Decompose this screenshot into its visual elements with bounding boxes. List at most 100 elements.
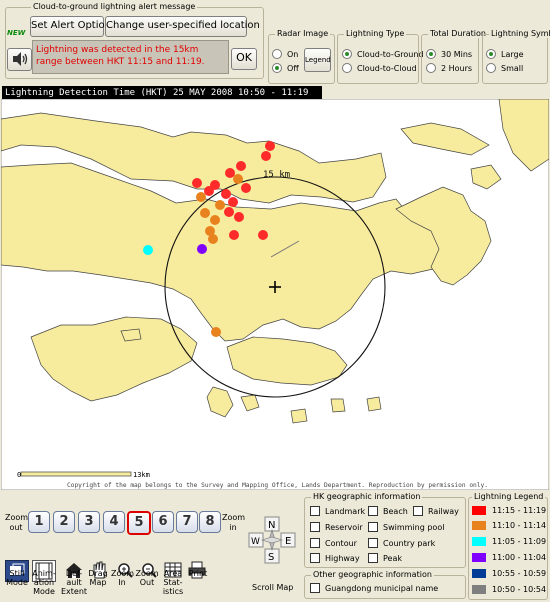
zoom-in-tool-label: Zoom In <box>111 569 135 587</box>
country-park-checkbox[interactable] <box>368 538 378 548</box>
contour-checkbox[interactable] <box>310 538 320 548</box>
sound-button[interactable] <box>7 48 32 71</box>
scroll-map-control[interactable]: N S W E <box>248 516 298 566</box>
cloud-to-ground-radio[interactable] <box>342 49 352 59</box>
radar-on-option[interactable]: On <box>272 49 298 59</box>
legend-swatch <box>472 553 486 562</box>
zoom-level-4-button[interactable]: 4 <box>103 511 125 533</box>
radar-on-radio[interactable] <box>272 49 282 59</box>
country-park-label: Country park <box>383 538 436 548</box>
reservoir-label: Reservoir <box>325 522 363 532</box>
legend-entry: 11:15 - 11:19 <box>472 506 546 515</box>
strike-point <box>210 215 220 225</box>
compass-e-label: E <box>285 536 291 547</box>
legend-entry-label: 11:10 - 11:14 <box>492 521 547 530</box>
zoom-level-6-button[interactable]: 6 <box>152 511 174 533</box>
zoom-level-2-button[interactable]: 2 <box>53 511 75 533</box>
cloud-to-ground-option[interactable]: Cloud-to-Ground <box>342 49 424 59</box>
geo-contour-option[interactable]: Contour <box>310 538 357 548</box>
peak-label: Peak <box>383 553 402 563</box>
legend-swatch <box>472 521 486 530</box>
geo-beach-option[interactable]: Beach <box>368 506 408 516</box>
symbol-title: Lightning Symbol <box>489 29 550 38</box>
geo-peak-option[interactable]: Peak <box>368 553 402 563</box>
duration-2h-radio[interactable] <box>426 63 436 73</box>
zoom-level-5-button[interactable]: 5 <box>127 511 151 535</box>
map-copyright: Copyright of the map belongs to the Surv… <box>67 482 488 489</box>
cloud-to-cloud-label: Cloud-to-Cloud <box>357 63 417 73</box>
duration-2h-option[interactable]: 2 Hours <box>426 63 472 73</box>
legend-entry-label: 10:50 - 10:54 <box>492 585 547 594</box>
area-statistics-label: Area Stat-istics <box>162 569 184 596</box>
geo-country-park-option[interactable]: Country park <box>368 538 435 548</box>
land-small-island-4 <box>120 328 142 342</box>
compass-n-label: N <box>268 520 275 531</box>
ok-button[interactable]: OK <box>231 48 257 70</box>
geo-railway-option[interactable]: Railway <box>413 506 459 516</box>
geo-reservoir-option[interactable]: Reservoir <box>310 522 363 532</box>
legend-swatch <box>472 569 486 578</box>
zoom-level-8-button[interactable]: 8 <box>199 511 221 533</box>
geo-highway-option[interactable]: Highway <box>310 553 360 563</box>
strike-point <box>236 161 246 171</box>
symbol-large-radio[interactable] <box>486 49 496 59</box>
guangdong-checkbox[interactable] <box>310 583 320 593</box>
strike-point <box>225 168 235 178</box>
lightning-map[interactable]: 15 km 0 13km Copyright of the map belong… <box>1 99 549 490</box>
peak-checkbox[interactable] <box>368 553 378 563</box>
geo-swimming-pool-option[interactable]: Swimming pool <box>368 522 444 532</box>
reservoir-checkbox[interactable] <box>310 522 320 532</box>
radar-group-title: Radar Image <box>275 29 331 38</box>
change-location-button[interactable]: Change user-specified location <box>105 16 260 37</box>
swimming-pool-checkbox[interactable] <box>368 522 378 532</box>
range-label: 15 km <box>263 170 290 180</box>
radar-off-radio[interactable] <box>272 63 282 73</box>
duration-30-radio[interactable] <box>426 49 436 59</box>
radar-off-option[interactable]: Off <box>272 63 299 73</box>
railway-label: Railway <box>428 506 459 516</box>
default-extent-label: Def-ault Extent <box>60 569 88 596</box>
still-mode-label: Still Mode <box>6 569 28 587</box>
land-po-toi <box>366 396 382 412</box>
lightning-type-title: Lightning Type <box>344 29 407 38</box>
guangdong-option[interactable]: Guangdong municipal name <box>310 583 438 593</box>
symbol-small-radio[interactable] <box>486 63 496 73</box>
radar-legend-button[interactable]: Legend <box>304 48 331 72</box>
railway-checkbox[interactable] <box>413 506 423 516</box>
strike-point <box>261 151 271 161</box>
highway-checkbox[interactable] <box>310 553 320 563</box>
symbol-large-label: Large <box>501 49 524 59</box>
contour-label: Contour <box>325 538 357 548</box>
beach-checkbox[interactable] <box>368 506 378 516</box>
duration-30-option[interactable]: 30 Mins <box>426 49 472 59</box>
set-alert-option-button[interactable]: Set Alert Option <box>30 16 111 37</box>
strike-point <box>211 327 221 337</box>
zoom-level-7-button[interactable]: 7 <box>176 511 198 533</box>
cloud-to-cloud-radio[interactable] <box>342 63 352 73</box>
strike-point <box>224 207 234 217</box>
legend-entry: 11:05 - 11:09 <box>472 537 546 546</box>
legend-entry-label: 10:55 - 10:59 <box>492 569 547 578</box>
symbol-large-option[interactable]: Large <box>486 49 524 59</box>
strike-point <box>221 189 231 199</box>
symbol-small-option[interactable]: Small <box>486 63 523 73</box>
geo-landmark-option[interactable]: Landmark <box>310 506 365 516</box>
zoom-level-3-button[interactable]: 3 <box>78 511 100 533</box>
zoom-level-1-button[interactable]: 1 <box>28 511 50 533</box>
duration-30-label: 30 Mins <box>441 49 473 59</box>
other-geo-title: Other geographic information <box>311 570 434 579</box>
strike-point <box>200 208 210 218</box>
swimming-pool-label: Swimming pool <box>383 522 445 532</box>
geo-info-title: HK geographic information <box>311 492 423 501</box>
strike-point <box>229 230 239 240</box>
beach-label: Beach <box>383 506 408 516</box>
scale-end-label: 13km <box>133 471 150 479</box>
legend-entry: 11:00 - 11:04 <box>472 553 546 562</box>
lightning-type-group: Lightning Type <box>337 29 419 84</box>
symbol-group: Lightning Symbol <box>482 29 550 84</box>
legend-entry-label: 11:05 - 11:09 <box>492 537 547 546</box>
drag-map-label: Drag Map <box>88 569 108 587</box>
landmark-checkbox[interactable] <box>310 506 320 516</box>
cloud-to-cloud-option[interactable]: Cloud-to-Cloud <box>342 63 417 73</box>
cloud-to-ground-label: Cloud-to-Ground <box>357 49 424 59</box>
